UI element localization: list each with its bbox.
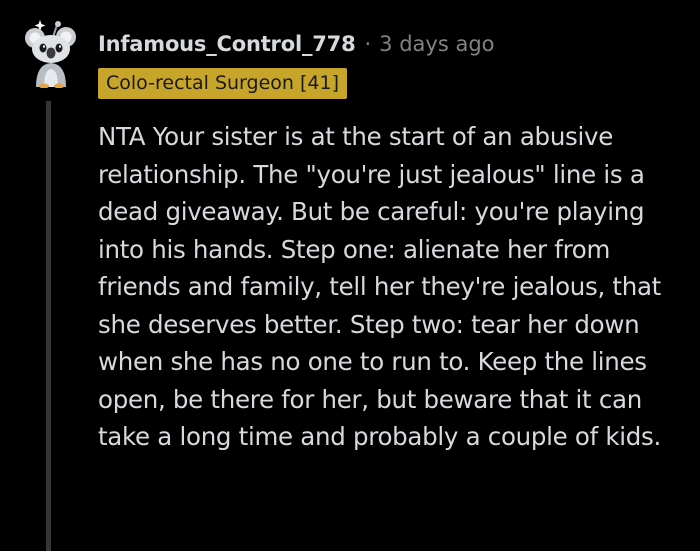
user-flair: Colo-rectal Surgeon [41]: [98, 68, 347, 99]
comment-body: NTA Your sister is at the start of an ab…: [98, 122, 661, 451]
snoo-koala-avatar-icon: [25, 20, 76, 89]
timestamp-link[interactable]: 3 days ago: [379, 32, 494, 56]
comment-meta: Infamous_Control_778 · 3 days ago: [98, 27, 495, 61]
meta-separator: ·: [364, 32, 372, 56]
thread-collapse-line[interactable]: [46, 101, 51, 551]
username-link[interactable]: Infamous_Control_778: [98, 32, 356, 56]
comment: Infamous_Control_778 · 3 days ago Colo-r…: [0, 0, 700, 551]
user-avatar[interactable]: [22, 18, 80, 89]
